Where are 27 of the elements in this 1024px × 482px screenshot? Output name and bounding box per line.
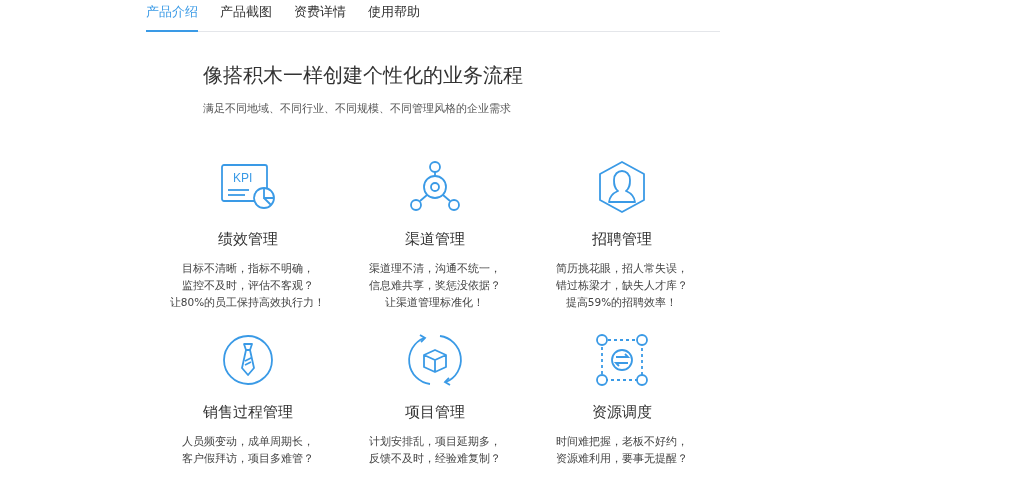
feature-description-line: 计划安排乱，项目延期多， — [368, 434, 501, 449]
feature-description-line: 客户假拜访，项目多难管？ — [181, 451, 314, 466]
feature-title: 绩效管理 — [217, 230, 278, 249]
feature-description-line: 错过栋梁才，缺失人才库？ — [555, 278, 688, 293]
feature-description-line: 信息难共享，奖惩没依据？ — [368, 278, 501, 293]
nav-tab[interactable]: 资费详情 — [294, 0, 346, 32]
feature-description-line: 资源难利用，要事无提醒？ — [555, 451, 688, 466]
feature-description-line: 让渠道管理标准化！ — [384, 295, 485, 310]
nav-tab[interactable]: 使用帮助 — [368, 0, 420, 32]
feature-title: 销售过程管理 — [202, 403, 293, 422]
page-subtitle: 满足不同地域、不同行业、不同规模、不同管理风格的企业需求 — [203, 101, 512, 116]
feature-description-line: 反馈不及时，经验难复制？ — [368, 451, 501, 466]
feature-description-line: 简历挑花眼，招人常失误， — [555, 261, 688, 276]
feature-description-line: 渠道理不清，沟通不统一， — [368, 261, 501, 276]
feature-description-line: 让80%的员工保持高效执行力！ — [169, 295, 326, 310]
feature-description-line: 目标不清晰，指标不明确， — [180, 261, 315, 276]
feature-description-line: 监控不及时，评估不客观？ — [180, 278, 315, 293]
feature-description-line: 人员频变动，成单周期长， — [181, 434, 314, 449]
feature-title: 渠道管理 — [404, 230, 465, 249]
feature-description-line: 时间难把握，老板不好约， — [555, 434, 688, 449]
nav-tab[interactable]: 产品截图 — [220, 0, 272, 32]
feature-description-line: 提高59%的招聘效率！ — [564, 295, 679, 310]
cube-cycle-icon — [405, 333, 464, 387]
feature-title: 资源调度 — [591, 403, 652, 422]
feature-title: 招聘管理 — [591, 230, 652, 249]
page-heading: 像搭积木一样创建个性化的业务流程 — [203, 62, 524, 89]
feature-title: 项目管理 — [404, 403, 465, 422]
